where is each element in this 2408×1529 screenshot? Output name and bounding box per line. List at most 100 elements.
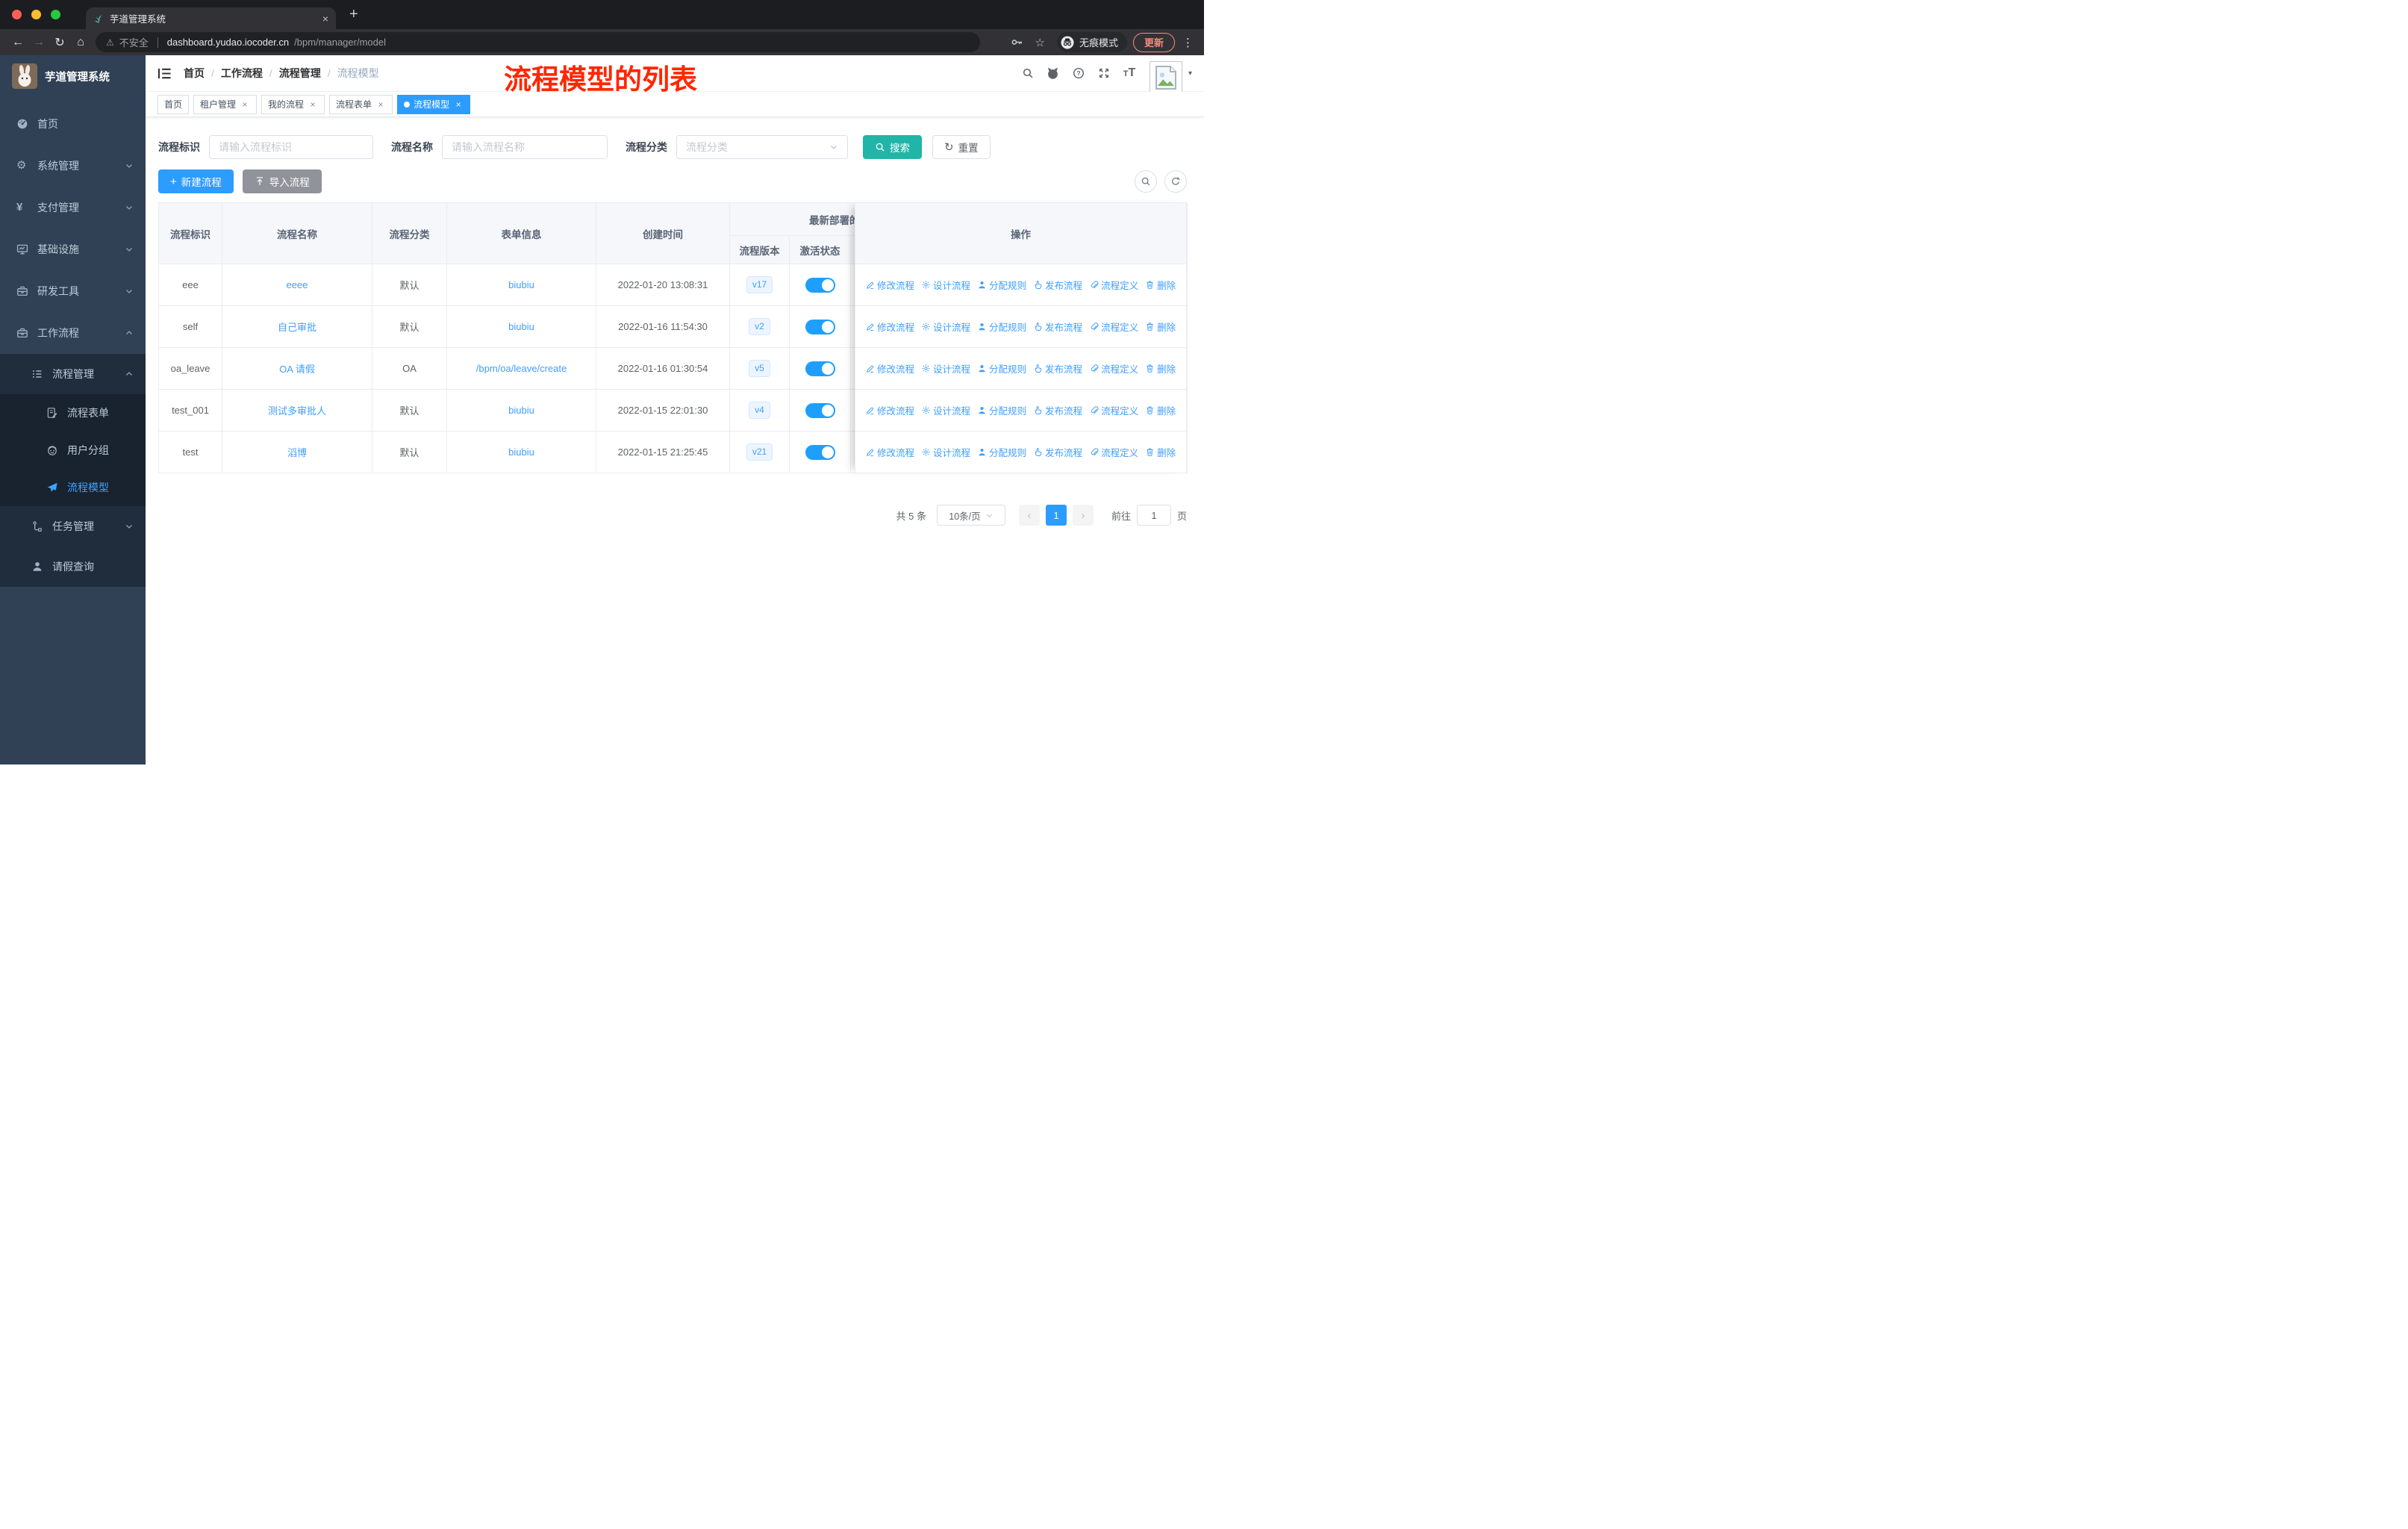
browser-tab[interactable]: 芋道管理系统 × (86, 7, 336, 29)
reset-button[interactable]: ↻ 重置 (932, 135, 991, 159)
breadcrumb-item[interactable]: 流程管理 (279, 67, 321, 79)
create-process-button[interactable]: + 新建流程 (158, 169, 234, 193)
breadcrumb-item[interactable]: 流程模型 (337, 67, 379, 79)
search-button[interactable]: 搜索 (863, 135, 922, 159)
goto-page-input[interactable] (1136, 505, 1171, 526)
sidebar-item[interactable]: ¥ 支付管理 (0, 187, 146, 228)
tag-close-icon[interactable]: × (453, 99, 464, 110)
form-info-link[interactable]: biubiu (508, 446, 534, 458)
action-definition-link-link[interactable]: 流程定义 (1089, 403, 1138, 417)
key-icon[interactable] (1011, 36, 1023, 49)
action-definition-link-link[interactable]: 流程定义 (1089, 445, 1138, 459)
form-info-link[interactable]: biubiu (508, 405, 534, 416)
action-edit-pen-link[interactable]: 修改流程 (865, 361, 914, 376)
address-bar[interactable]: ⚠ 不安全 dashboard.yudao.iocoder.cn/bpm/man… (96, 32, 980, 52)
action-publish-hand-link[interactable]: 发布流程 (1033, 320, 1082, 334)
action-delete-trash-link[interactable]: 删除 (1145, 403, 1176, 417)
browser-menu-icon[interactable]: ⋮ (1182, 36, 1194, 49)
action-edit-pen-link[interactable]: 修改流程 (865, 320, 914, 334)
sidebar-item[interactable]: 任务管理 (0, 506, 146, 546)
action-design-gear-link[interactable]: 设计流程 (921, 403, 970, 417)
active-status-toggle[interactable] (805, 361, 835, 376)
action-delete-trash-link[interactable]: 删除 (1145, 278, 1176, 292)
action-design-gear-link[interactable]: 设计流程 (921, 361, 970, 376)
process-name-link[interactable]: OA 请假 (279, 361, 315, 376)
forward-button[interactable]: → (28, 36, 49, 49)
sidebar-item[interactable]: 流程管理 (0, 354, 146, 394)
process-key-input[interactable] (209, 135, 373, 159)
font-size-icon[interactable]: TT (1117, 66, 1142, 80)
view-tag[interactable]: 我的流程 × (261, 94, 325, 114)
back-button[interactable]: ← (7, 36, 28, 49)
action-delete-trash-link[interactable]: 删除 (1145, 445, 1176, 459)
action-edit-pen-link[interactable]: 修改流程 (865, 445, 914, 459)
import-process-button[interactable]: 导入流程 (242, 169, 322, 193)
action-assign-user-link[interactable]: 分配规则 (977, 278, 1026, 292)
view-tag[interactable]: 租户管理 × (193, 94, 258, 114)
process-name-link[interactable]: eeee (287, 279, 308, 290)
help-icon[interactable]: ? (1066, 67, 1091, 79)
bookmark-star-icon[interactable]: ☆ (1035, 36, 1045, 49)
process-name-link[interactable]: 测试多审批人 (268, 403, 326, 417)
reload-button[interactable]: ↻ (49, 35, 70, 50)
action-publish-hand-link[interactable]: 发布流程 (1033, 361, 1082, 376)
github-icon[interactable] (1041, 67, 1066, 80)
active-status-toggle[interactable] (805, 277, 835, 293)
breadcrumb-item[interactable]: 首页 (184, 67, 205, 79)
refresh-table-button[interactable] (1164, 170, 1187, 193)
action-assign-user-link[interactable]: 分配规则 (977, 361, 1026, 376)
active-status-toggle[interactable] (805, 319, 835, 334)
home-button[interactable]: ⌂ (70, 36, 91, 49)
sidebar-item[interactable]: 流程表单 (0, 394, 146, 432)
action-delete-trash-link[interactable]: 删除 (1145, 361, 1176, 376)
new-tab-button[interactable]: + (349, 6, 358, 23)
breadcrumb-item[interactable]: 工作流程 (221, 67, 263, 79)
avatar-dropdown-icon[interactable]: ▾ (1188, 69, 1192, 78)
tag-close-icon[interactable]: × (240, 99, 250, 110)
view-tag[interactable]: 首页 (157, 94, 190, 114)
view-tag[interactable]: 流程表单 × (329, 94, 393, 114)
page-size-select[interactable]: 10条/页 (936, 505, 1005, 526)
sidebar-item[interactable]: 工作流程 (0, 312, 146, 354)
action-design-gear-link[interactable]: 设计流程 (921, 445, 970, 459)
action-publish-hand-link[interactable]: 发布流程 (1033, 278, 1082, 292)
tag-close-icon[interactable]: × (308, 99, 318, 110)
sidebar-collapse-icon[interactable] (157, 67, 172, 80)
sidebar-item[interactable]: 基础设施 (0, 228, 146, 270)
header-search-icon[interactable] (1015, 67, 1041, 79)
next-page-button[interactable]: › (1072, 505, 1094, 526)
zoom-window-button[interactable] (51, 10, 60, 19)
sidebar-item[interactable]: 首页 (0, 103, 146, 145)
action-publish-hand-link[interactable]: 发布流程 (1033, 445, 1082, 459)
process-name-link[interactable]: 滔博 (287, 445, 307, 459)
action-definition-link-link[interactable]: 流程定义 (1089, 361, 1138, 376)
tag-close-icon[interactable]: × (375, 99, 386, 110)
action-assign-user-link[interactable]: 分配规则 (977, 320, 1026, 334)
tab-close-icon[interactable]: × (322, 13, 328, 25)
sidebar-item[interactable]: 流程模型 (0, 469, 146, 506)
action-edit-pen-link[interactable]: 修改流程 (865, 278, 914, 292)
active-status-toggle[interactable] (805, 444, 835, 460)
view-tag[interactable]: 流程模型 × (397, 94, 471, 114)
action-definition-link-link[interactable]: 流程定义 (1089, 278, 1138, 292)
sidebar-item[interactable]: 研发工具 (0, 270, 146, 312)
action-design-gear-link[interactable]: 设计流程 (921, 320, 970, 334)
action-edit-pen-link[interactable]: 修改流程 (865, 403, 914, 417)
form-info-link[interactable]: biubiu (508, 279, 534, 290)
fullscreen-icon[interactable] (1091, 67, 1117, 79)
user-avatar[interactable] (1149, 61, 1182, 94)
hide-search-button[interactable] (1135, 170, 1157, 193)
sidebar-item[interactable]: 请假查询 (0, 546, 146, 587)
form-info-link[interactable]: biubiu (508, 321, 534, 332)
update-button[interactable]: 更新 (1132, 32, 1175, 52)
active-status-toggle[interactable] (805, 402, 835, 418)
minimize-window-button[interactable] (31, 10, 41, 19)
prev-page-button[interactable]: ‹ (1018, 505, 1040, 526)
action-delete-trash-link[interactable]: 删除 (1145, 320, 1176, 334)
form-info-link[interactable]: /bpm/oa/leave/create (476, 363, 567, 374)
action-assign-user-link[interactable]: 分配规则 (977, 445, 1026, 459)
process-name-input[interactable] (442, 135, 608, 159)
process-name-link[interactable]: 自己审批 (278, 320, 316, 334)
page-button-1[interactable]: 1 (1045, 505, 1067, 526)
action-definition-link-link[interactable]: 流程定义 (1089, 320, 1138, 334)
